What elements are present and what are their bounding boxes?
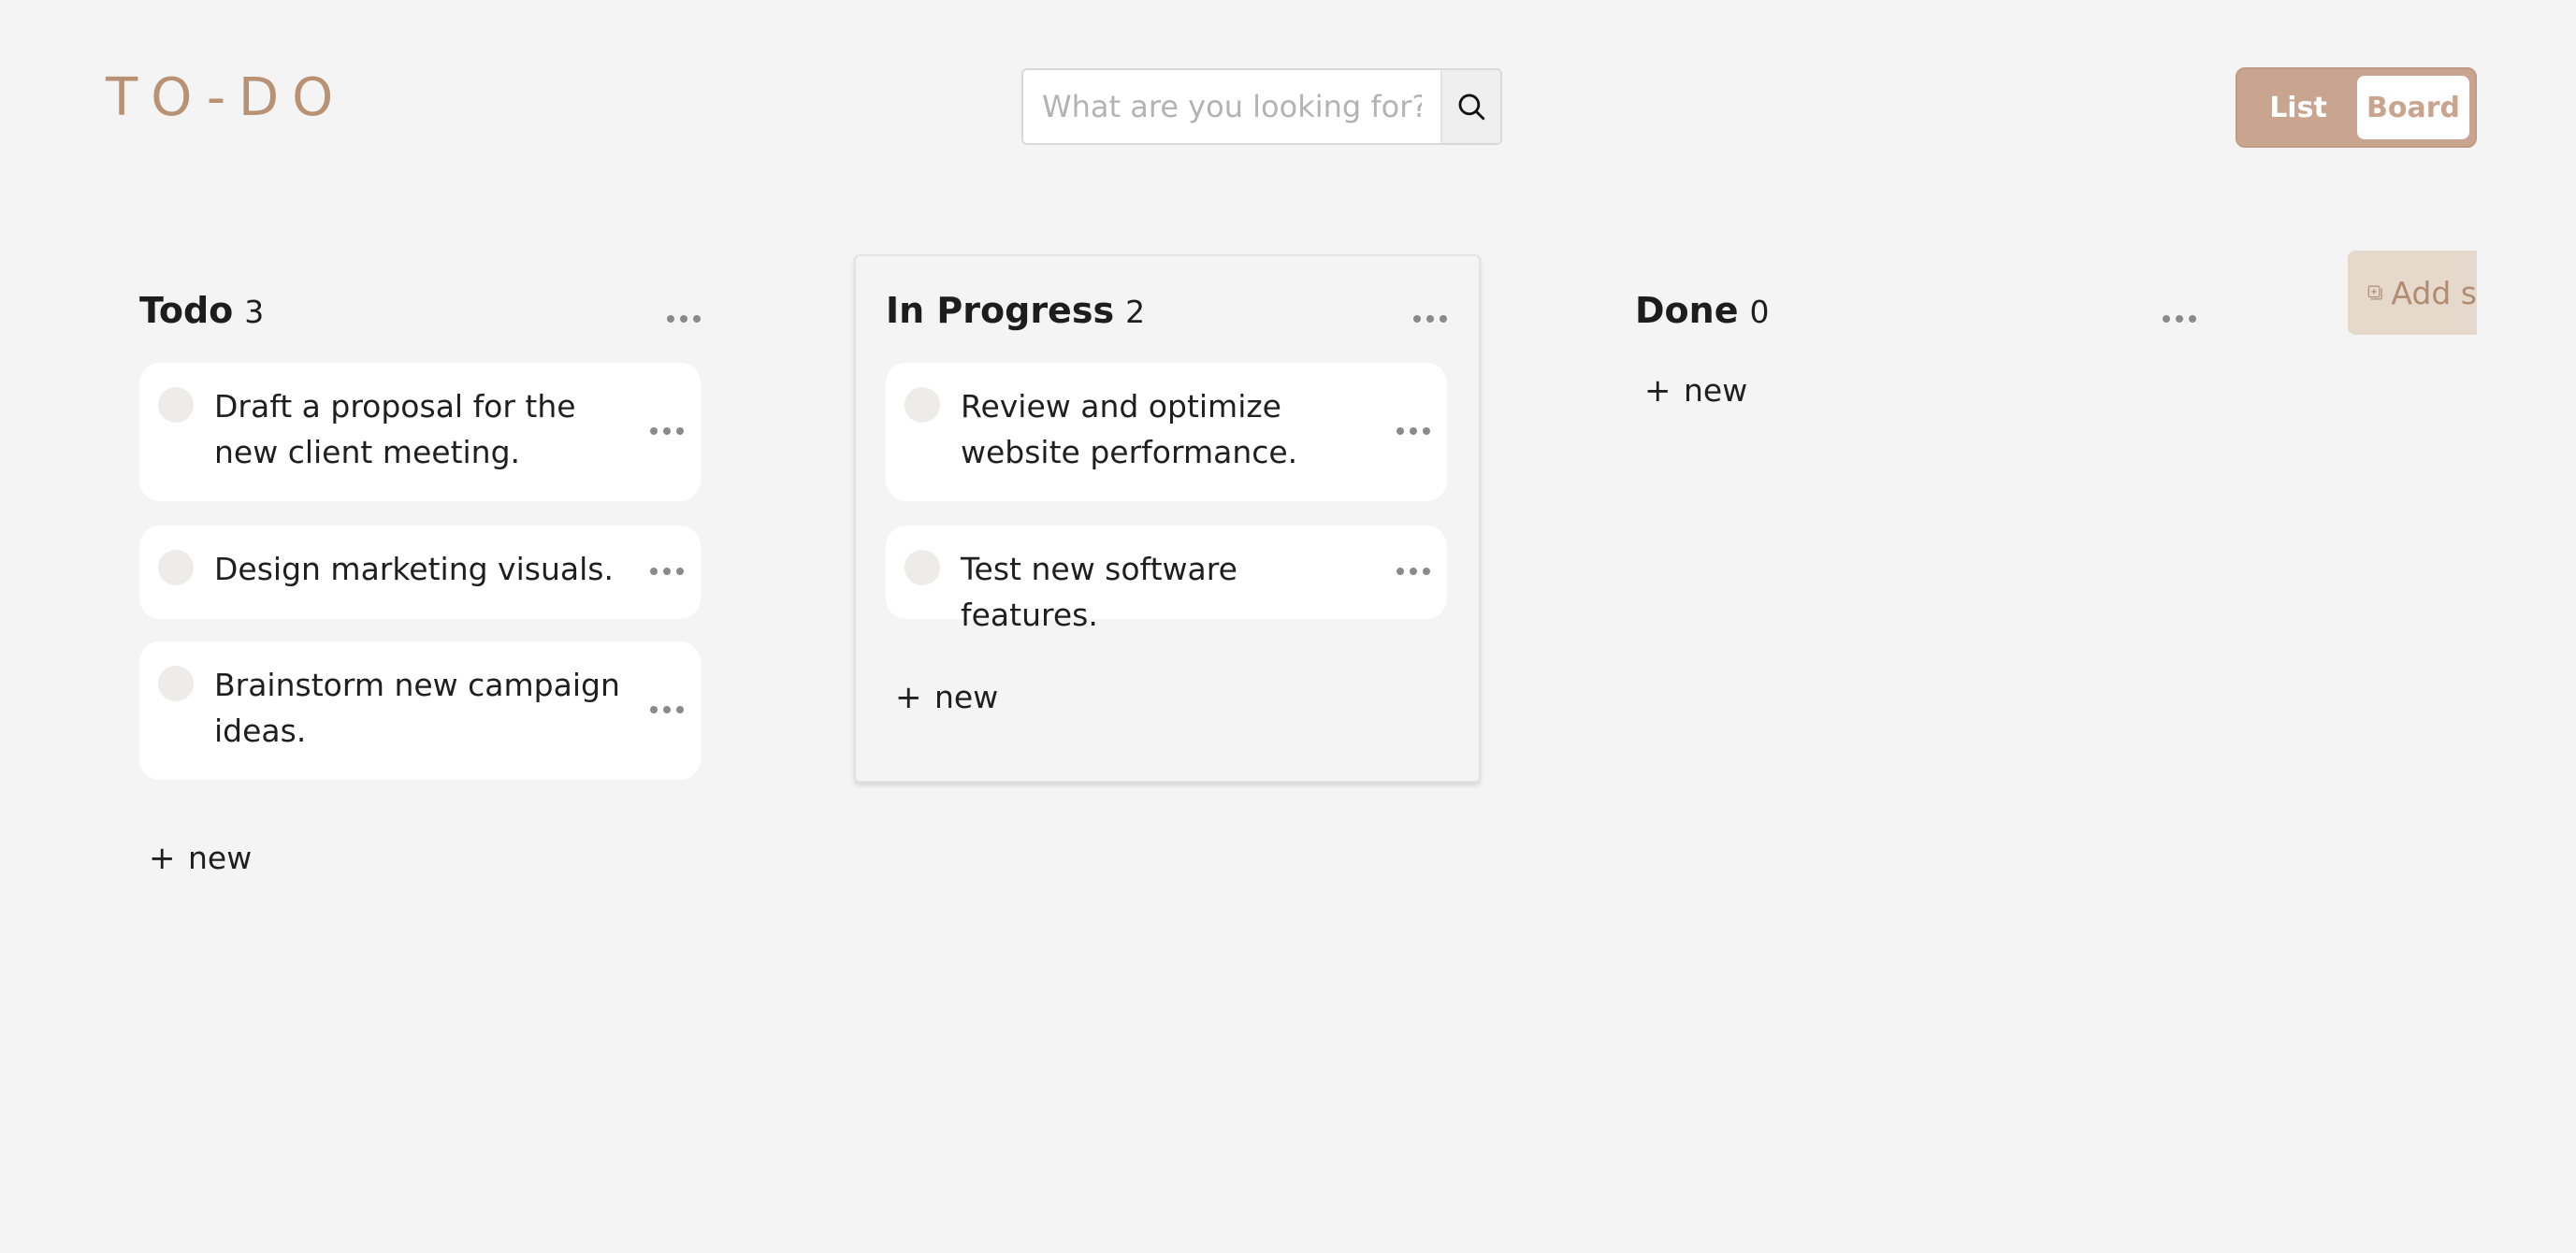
- task-checkbox[interactable]: [158, 666, 194, 701]
- task-menu-button[interactable]: [1395, 557, 1432, 585]
- more-icon: [2163, 315, 2196, 323]
- task-text: Review and optimize website performance.: [961, 388, 1298, 470]
- task-card[interactable]: Test new software features.: [886, 526, 1447, 633]
- new-task-label: new: [934, 679, 999, 715]
- column-count: 0: [1749, 294, 1770, 330]
- column-header: Done 0: [1635, 290, 1769, 346]
- column-in-progress: In Progress 2 Review and optimize websit…: [854, 254, 1481, 783]
- task-menu-button[interactable]: [648, 696, 686, 724]
- task-checkbox[interactable]: [158, 387, 194, 423]
- column-title: In Progress: [886, 290, 1115, 331]
- new-task-button[interactable]: + new: [149, 840, 252, 876]
- task-card[interactable]: Brainstorm new campaign ideas.: [139, 641, 701, 780]
- add-square-icon: [2367, 285, 2382, 300]
- board-view-button[interactable]: Board: [2357, 76, 2469, 139]
- more-icon: [1397, 427, 1430, 435]
- task-text: Test new software features.: [961, 551, 1237, 633]
- task-checkbox[interactable]: [904, 550, 940, 585]
- column-menu-button[interactable]: [665, 305, 702, 333]
- app-title: TO-DO: [106, 67, 347, 128]
- task-menu-button[interactable]: [648, 417, 686, 445]
- task-checkbox[interactable]: [904, 387, 940, 423]
- more-icon: [667, 315, 701, 323]
- column-done: Done 0 + new: [1603, 254, 2230, 441]
- view-toggle: List Board: [2236, 67, 2477, 148]
- search-bar: [1021, 68, 1502, 145]
- list-view-button[interactable]: List: [2237, 69, 2359, 146]
- column-menu-button[interactable]: [1411, 305, 1449, 333]
- search-input[interactable]: [1023, 70, 1440, 143]
- new-task-button[interactable]: + new: [895, 679, 998, 715]
- task-card[interactable]: Design marketing visuals.: [139, 526, 701, 619]
- new-task-label: new: [188, 840, 253, 876]
- more-icon: [650, 568, 684, 575]
- search-icon: [1458, 94, 1485, 121]
- column-header: In Progress 2: [886, 290, 1145, 346]
- column-count: 3: [244, 294, 265, 330]
- more-icon: [1397, 568, 1430, 575]
- task-card[interactable]: Review and optimize website performance.: [886, 363, 1447, 501]
- new-task-label: new: [1684, 372, 1748, 409]
- add-section-button[interactable]: Add s: [2348, 251, 2477, 335]
- task-checkbox[interactable]: [158, 550, 194, 585]
- task-menu-button[interactable]: [648, 557, 686, 585]
- column-count: 2: [1125, 294, 1146, 330]
- column-menu-button[interactable]: [2161, 305, 2198, 333]
- column-title: Done: [1635, 290, 1739, 331]
- plus-icon: +: [149, 839, 176, 877]
- task-card[interactable]: Draft a proposal for the new client meet…: [139, 363, 701, 501]
- more-icon: [650, 427, 684, 435]
- task-menu-button[interactable]: [1395, 417, 1432, 445]
- plus-icon: +: [895, 678, 922, 716]
- add-section-label: Add s: [2391, 274, 2477, 311]
- column-header: Todo 3: [139, 290, 264, 346]
- plus-icon: +: [1644, 371, 1672, 410]
- new-task-button[interactable]: + new: [1644, 372, 1747, 409]
- task-text: Brainstorm new campaign ideas.: [214, 667, 620, 749]
- more-icon: [1413, 315, 1447, 323]
- search-button[interactable]: [1440, 70, 1500, 143]
- more-icon: [650, 706, 684, 713]
- column-title: Todo: [139, 290, 234, 331]
- column-todo: Todo 3 Draft a proposal for the new clie…: [108, 254, 734, 909]
- task-text: Design marketing visuals.: [214, 551, 614, 587]
- task-text: Draft a proposal for the new client meet…: [214, 388, 576, 470]
